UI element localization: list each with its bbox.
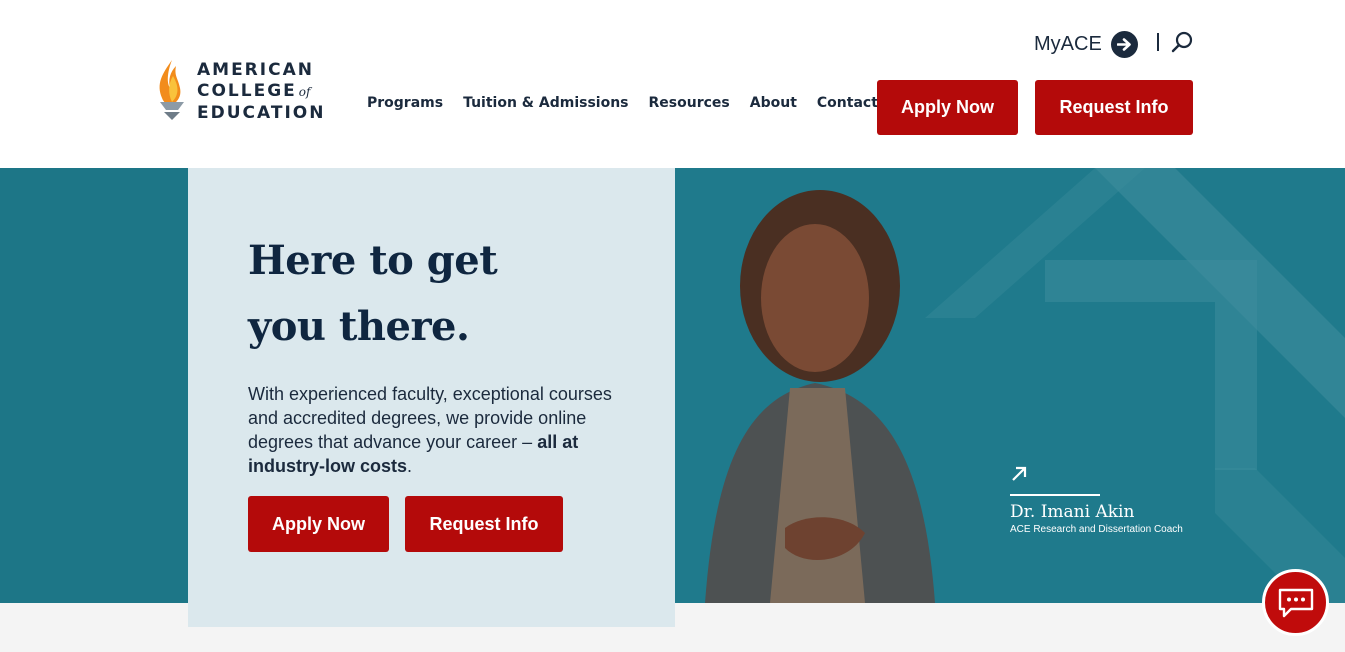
photo-caption: Dr. Imani Akin ACE Research and Disserta… xyxy=(1010,465,1183,535)
header-request-info-button[interactable]: Request Info xyxy=(1035,80,1193,135)
myace-label: MyACE xyxy=(1034,33,1102,55)
site-header: AMERICAN COLLEGE of EDUCATION Programs Tu… xyxy=(0,0,1345,168)
hero-apply-now-button[interactable]: Apply Now xyxy=(248,496,389,552)
arrow-right-circle-icon xyxy=(1110,31,1138,58)
header-apply-now-button[interactable]: Apply Now xyxy=(877,80,1018,135)
nav-programs[interactable]: Programs xyxy=(367,95,443,111)
hero-body-end: . xyxy=(407,456,413,476)
chat-button[interactable] xyxy=(1262,569,1329,636)
search-icon xyxy=(1171,31,1193,53)
nav-about[interactable]: About xyxy=(750,95,797,111)
hero-photo xyxy=(675,168,1345,603)
main-nav: Programs Tuition & Admissions Resources … xyxy=(367,95,898,111)
caption-name: Dr. Imani Akin xyxy=(1010,502,1135,522)
headline-line-1: Here to get xyxy=(248,237,498,284)
logo-line-2: COLLEGE of xyxy=(197,81,325,103)
hero-photo-illustration xyxy=(705,168,1345,603)
logo-college: COLLEGE xyxy=(197,81,297,101)
chat-bubble-icon xyxy=(1278,588,1313,617)
logo-of: of xyxy=(298,85,311,99)
logo-line-1: AMERICAN xyxy=(197,60,314,80)
torch-flame-icon xyxy=(159,60,184,120)
hero-body-text: With experienced faculty, exceptional co… xyxy=(248,382,638,478)
hero-request-info-button[interactable]: Request Info xyxy=(405,496,563,552)
logo-line-3: EDUCATION xyxy=(197,103,326,123)
hero-headline: Here to get you there. xyxy=(248,228,498,360)
nav-contact[interactable]: Contact xyxy=(817,95,878,111)
header-divider xyxy=(1157,33,1159,51)
nav-resources[interactable]: Resources xyxy=(649,95,730,111)
myace-link[interactable]: MyACE xyxy=(1034,31,1138,58)
ace-logo[interactable]: AMERICAN COLLEGE of EDUCATION xyxy=(154,58,334,124)
search-button[interactable] xyxy=(1170,30,1194,54)
caption-title: ACE Research and Dissertation Coach xyxy=(1010,524,1183,535)
caption-rule xyxy=(1010,494,1100,496)
logo-wordmark: AMERICAN COLLEGE of EDUCATION xyxy=(197,60,325,124)
arrow-up-right-icon xyxy=(1012,466,1027,481)
headline-line-2: you there. xyxy=(248,303,470,350)
nav-tuition-admissions[interactable]: Tuition & Admissions xyxy=(463,95,628,111)
